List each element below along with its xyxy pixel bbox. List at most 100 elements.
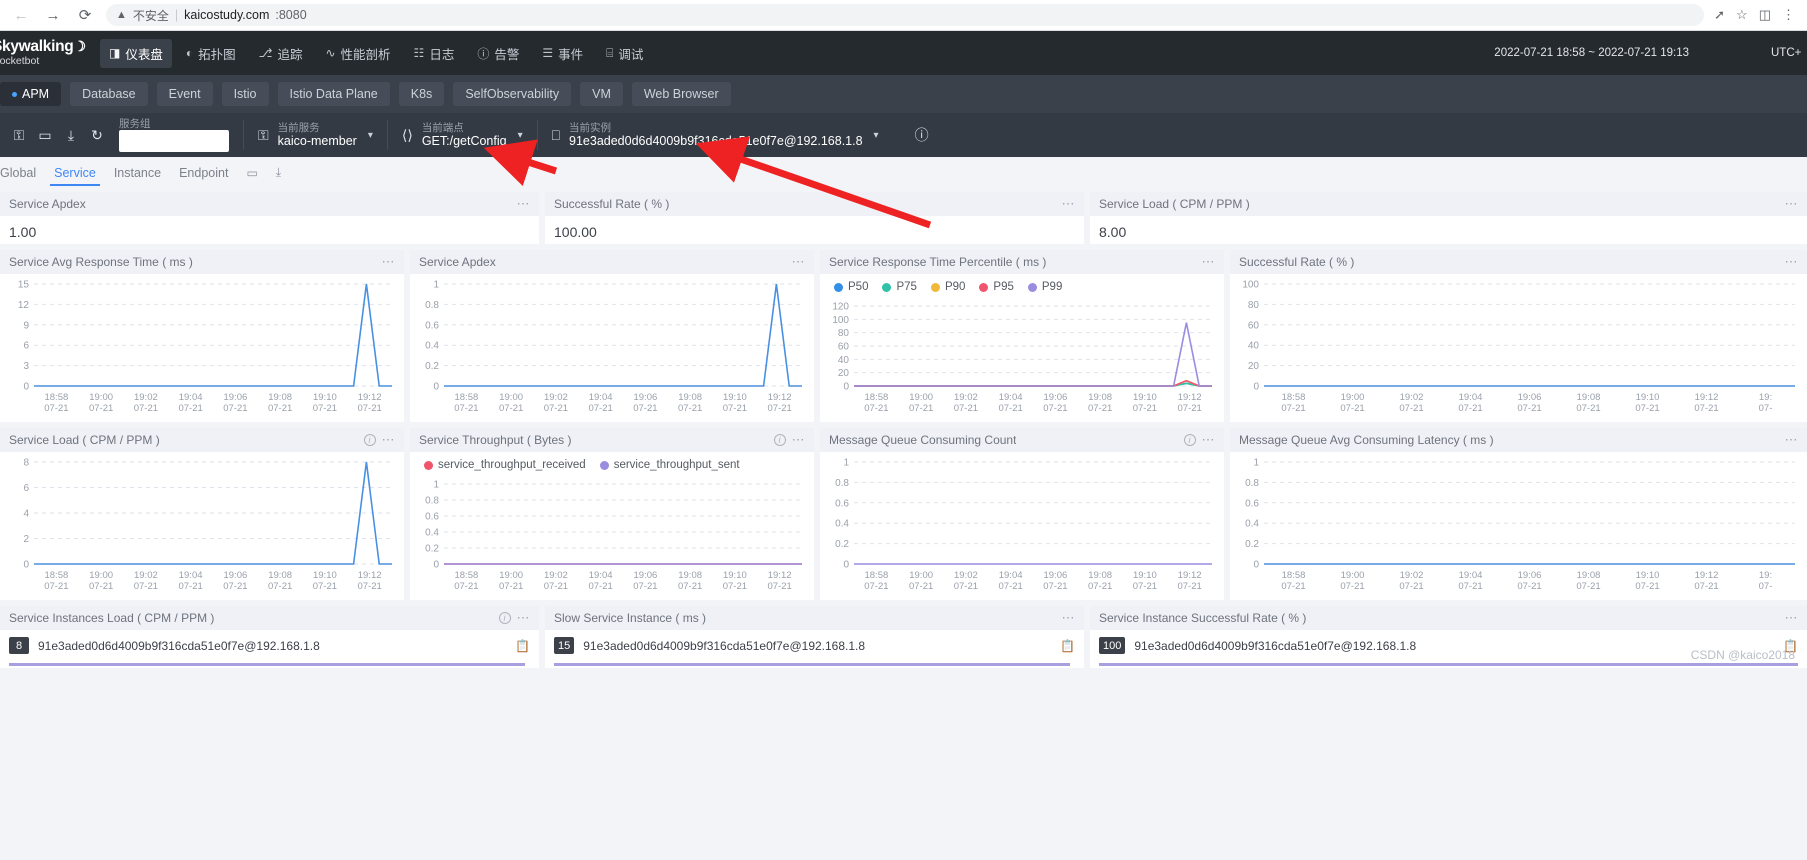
legend-item[interactable]: P75 [882, 281, 917, 293]
chart-card-service-response-time-percentile[interactable]: Service Response Time Percentile ( ms ) … [820, 250, 1224, 422]
more-menu-icon[interactable]: ⋮ [1782, 7, 1795, 23]
folder-icon[interactable]: ▭ [246, 166, 257, 186]
info-circle-icon[interactable]: i [363, 434, 376, 446]
legend-item[interactable]: service_throughput_received [424, 459, 586, 471]
svg-text:07-21: 07-21 [223, 581, 247, 592]
chart-card-message-queue-avg-consuming-latency[interactable]: Message Queue Avg Consuming Latency ( ms… [1230, 428, 1807, 600]
metric-card-service-load[interactable]: Service Load ( CPM / PPM ) ⋯ 8.00 [1090, 192, 1807, 244]
more-dots-icon[interactable]: ⋯ [1785, 611, 1799, 624]
chart-card-service-apdex[interactable]: Service Apdex ⋯ 1 0.8 0.6 0.4 0.2 0 18:58 07-21… [410, 250, 814, 422]
sub-nav-service[interactable]: Service [50, 166, 100, 186]
forward-icon[interactable]: → [42, 4, 64, 26]
instance-card-slow-service-instance[interactable]: Slow Service Instance ( ms ) ⋯ 15 91e3ad… [545, 606, 1084, 668]
more-dots-icon[interactable]: ⋯ [517, 197, 531, 210]
svg-text:0: 0 [23, 560, 29, 571]
legend-item[interactable]: P95 [979, 281, 1014, 293]
tab-event[interactable]: Event [156, 82, 213, 106]
legend-item[interactable]: service_throughput_sent [599, 459, 740, 471]
info-circle-icon[interactable]: ⓘ [909, 122, 935, 148]
more-dots-icon[interactable]: ⋯ [517, 611, 531, 624]
tab-apm[interactable]: APM [0, 82, 62, 106]
side-panel-icon[interactable]: ◫ [1759, 7, 1771, 23]
info-circle-icon[interactable]: i [498, 612, 511, 624]
svg-text:19:04: 19:04 [999, 570, 1023, 581]
svg-text:0.2: 0.2 [425, 544, 439, 555]
metric-card-successful-rate[interactable]: Successful Rate ( % ) ⋯ 100.00 [545, 192, 1084, 244]
svg-text:19:10: 19:10 [723, 570, 747, 581]
sub-nav-global[interactable]: Global [0, 166, 36, 186]
service-group-input[interactable] [119, 130, 229, 153]
nav-item-topology[interactable]: ◐ 拓扑图 [177, 39, 245, 68]
more-dots-icon[interactable]: ⋯ [792, 255, 806, 268]
nav-item-trace[interactable]: ⎇ 追踪 [250, 39, 312, 68]
tab-vm[interactable]: VM [580, 82, 623, 106]
folder-icon[interactable]: ▭ [32, 122, 58, 148]
more-dots-icon[interactable]: ⋯ [1062, 197, 1076, 210]
tab-k8s[interactable]: K8s [398, 82, 445, 106]
legend-item[interactable]: P50 [834, 281, 868, 293]
nav-item-profiling[interactable]: ∿ 性能剖析 [316, 39, 399, 68]
moon-icon: ☽ [73, 38, 86, 55]
instance-row[interactable]: 15 91e3aded0d6d4009b9f316cda51e0f7e@192.… [545, 630, 1084, 654]
nav-item-alarm[interactable]: ⓘ 告警 [468, 39, 528, 68]
instance-card-service-instances-load[interactable]: Service Instances Load ( CPM / PPM ) i ⋯… [0, 606, 539, 668]
info-circle-icon[interactable]: i [1183, 434, 1196, 446]
star-icon[interactable]: ☆ [1736, 7, 1748, 23]
chart-card-service-throughput[interactable]: Service Throughput ( Bytes ) i ⋯ service… [410, 428, 814, 600]
nav-item-debug[interactable]: ⌸ 调试 [597, 39, 652, 68]
more-dots-icon[interactable]: ⋯ [1785, 255, 1799, 268]
timezone-label[interactable]: UTC+ [1771, 31, 1807, 75]
sub-nav-instance[interactable]: Instance [114, 166, 161, 186]
nav-item-log[interactable]: ☷ 日志 [405, 39, 464, 68]
download-icon[interactable]: ⤓ [58, 122, 84, 148]
download-icon[interactable]: ⤓ [276, 165, 281, 186]
metric-card-service-apdex[interactable]: Service Apdex ⋯ 1.00 [0, 192, 539, 244]
sub-nav-endpoint[interactable]: Endpoint [179, 166, 228, 186]
chart-card-message-queue-consuming-count[interactable]: Message Queue Consuming Count i ⋯ 1 0.8 0.… [820, 428, 1224, 600]
line-chart: 1 0.8 0.6 0.4 0.2 0 18:58 07-21 19:00 07-21 19:02 0… [1230, 456, 1803, 600]
more-dots-icon[interactable]: ⋯ [1785, 197, 1799, 210]
chart-card-service-load[interactable]: Service Load ( CPM / PPM ) i ⋯ 8 6 4 2 0 18:5… [0, 428, 404, 600]
tab-istio[interactable]: Istio [221, 82, 269, 106]
legend-item[interactable]: P90 [930, 281, 965, 293]
legend-item[interactable]: P99 [1027, 281, 1062, 293]
share-icon[interactable]: ➚ [1714, 7, 1725, 23]
more-dots-icon[interactable]: ⋯ [792, 433, 806, 446]
chevron-down-icon[interactable]: ▾ [368, 130, 373, 141]
copy-icon[interactable]: 📋 [1060, 639, 1075, 653]
current-endpoint-selector[interactable]: ⟨⟩ 当前端点 GET:/getConfig ▾ [386, 120, 537, 150]
more-dots-icon[interactable]: ⋯ [1202, 255, 1216, 268]
more-dots-icon[interactable]: ⋯ [1202, 433, 1216, 446]
more-dots-icon[interactable]: ⋯ [1785, 433, 1799, 446]
current-instance-selector[interactable]: ⎕ 当前实例 91e3aded0d6d4009b9f316cda51e0f7e@… [536, 120, 893, 150]
nav-item-alarm-label: 告警 [494, 47, 520, 62]
copy-icon[interactable]: 📋 [515, 639, 530, 653]
chart-card-successful-rate[interactable]: Successful Rate ( % ) ⋯ 100 80 60 40 20 0 18:5… [1230, 250, 1807, 422]
chevron-down-icon[interactable]: ▾ [874, 130, 879, 141]
address-bar[interactable]: ▲ 不安全 | kaicostudy.com:8080 [106, 4, 1705, 26]
svg-text:07-21: 07-21 [588, 581, 612, 592]
time-range-picker[interactable]: 2022-07-21 18:58 ~ 2022-07-21 19:13 [1494, 31, 1689, 75]
reload-icon[interactable]: ⟳ [74, 4, 96, 26]
refresh-icon[interactable]: ↻ [84, 122, 110, 148]
tab-istio-data-plane[interactable]: Istio Data Plane [277, 82, 390, 106]
more-dots-icon[interactable]: ⋯ [382, 433, 396, 446]
tab-selfobservability[interactable]: SelfObservability [453, 82, 572, 106]
info-circle-icon[interactable]: i [773, 434, 786, 446]
lock-icon[interactable]: ⚿ [6, 122, 32, 148]
chart-card-service-avg-response-time[interactable]: Service Avg Response Time ( ms ) ⋯ 15 12 9… [0, 250, 404, 422]
svg-text:40: 40 [1248, 341, 1260, 352]
tab-database[interactable]: Database [70, 82, 148, 106]
svg-text:07-21: 07-21 [1340, 403, 1364, 414]
more-dots-icon[interactable]: ⋯ [1062, 611, 1076, 624]
nav-item-event[interactable]: ☰ 事件 [533, 39, 592, 68]
current-service-selector[interactable]: ⚿ 当前服务 kaico-member ▾ [243, 120, 387, 150]
instance-row[interactable]: 8 91e3aded0d6d4009b9f316cda51e0f7e@192.1… [0, 630, 539, 654]
skywalking-logo[interactable]: Skywalking☽ Rocketbot [0, 39, 88, 66]
back-icon[interactable]: ← [10, 4, 32, 26]
chevron-down-icon[interactable]: ▾ [518, 130, 523, 141]
board-row-3: Service Load ( CPM / PPM ) i ⋯ 8 6 4 2 0 18:5… [0, 428, 1807, 600]
tab-web-browser[interactable]: Web Browser [631, 82, 731, 106]
nav-item-dashboard[interactable]: ◨ 仪表盘 [100, 38, 172, 68]
more-dots-icon[interactable]: ⋯ [382, 255, 396, 268]
